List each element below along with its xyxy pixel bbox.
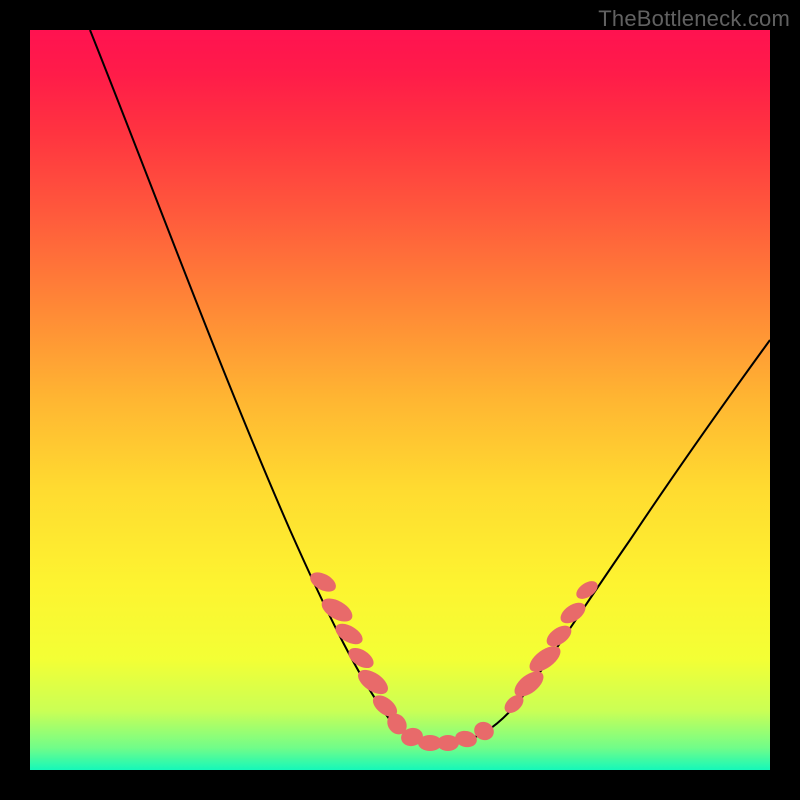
highlight-blob [345, 644, 377, 672]
highlight-blob [307, 568, 339, 595]
chart-frame: TheBottleneck.com [0, 0, 800, 800]
highlight-blob [332, 620, 366, 649]
curve-layer [30, 30, 770, 770]
highlight-blob [318, 594, 356, 627]
watermark-text: TheBottleneck.com [598, 6, 790, 32]
plot-area [30, 30, 770, 770]
bottleneck-curve [90, 30, 770, 743]
